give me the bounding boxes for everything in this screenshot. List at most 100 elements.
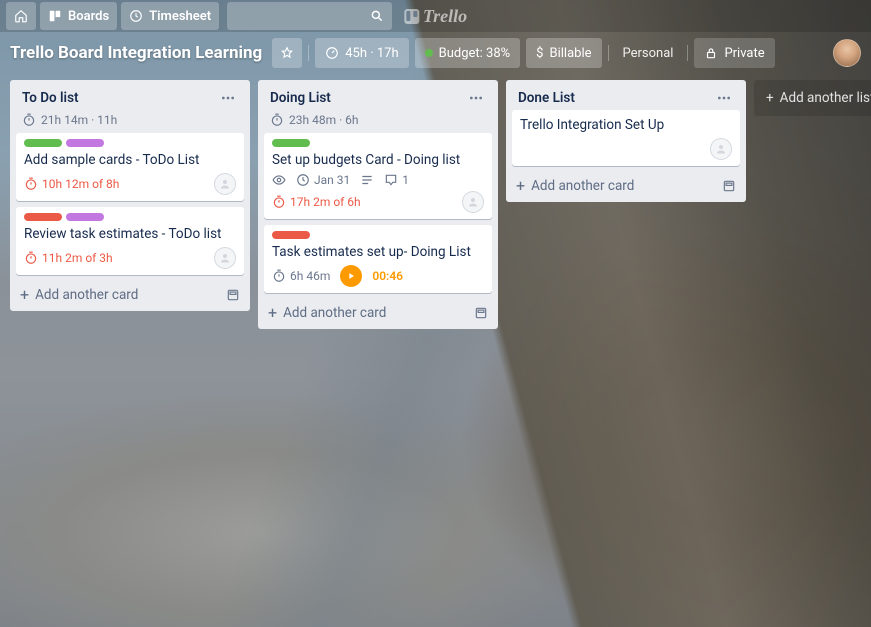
- private-text: Private: [724, 46, 764, 61]
- budget-button[interactable]: Budget: 38%: [415, 38, 521, 68]
- clock-icon: [129, 9, 143, 23]
- member-placeholder[interactable]: [214, 173, 236, 195]
- card-template-button[interactable]: [722, 179, 736, 193]
- list-title[interactable]: Doing List: [270, 90, 464, 106]
- boards-label: Boards: [68, 9, 109, 24]
- card-title: Trello Integration Set Up: [520, 116, 732, 134]
- timesheet-label: Timesheet: [149, 9, 211, 24]
- list: Doing List 23h 48m · 6h Set up budgets C…: [258, 80, 498, 329]
- member-placeholder[interactable]: [462, 191, 484, 213]
- plus-icon: +: [268, 305, 277, 321]
- home-button[interactable]: [6, 2, 36, 30]
- avatar[interactable]: [833, 39, 861, 67]
- card-label-purple[interactable]: [66, 213, 104, 221]
- eye-icon: [272, 173, 286, 187]
- lock-icon: [704, 46, 718, 60]
- add-card-label: Add another card: [531, 178, 634, 194]
- plus-icon: +: [20, 287, 29, 303]
- running-timer-icon[interactable]: [340, 265, 362, 287]
- add-card-label: Add another card: [283, 305, 386, 321]
- list-title[interactable]: Done List: [518, 90, 712, 106]
- running-timer-text: 00:46: [372, 269, 403, 283]
- boards-button[interactable]: Boards: [40, 2, 117, 30]
- comment-badge: 1: [384, 173, 409, 187]
- board-title[interactable]: Trello Board Integration Learning: [10, 43, 262, 63]
- trello-logo-icon: [404, 9, 419, 24]
- time-badge: 11h 2m of 3h: [24, 251, 113, 265]
- add-card-button[interactable]: + Add another card: [264, 299, 492, 323]
- card[interactable]: Review task estimates - ToDo list 11h 2m…: [16, 207, 244, 275]
- card-template-button[interactable]: [226, 288, 240, 302]
- date-badge: Jan 31: [296, 173, 350, 187]
- boards-icon: [48, 9, 62, 23]
- list-menu-button[interactable]: [216, 88, 240, 108]
- card[interactable]: Trello Integration Set Up: [512, 110, 740, 166]
- card[interactable]: Task estimates set up- Doing List 6h 46m…: [264, 225, 492, 293]
- add-card-label: Add another card: [35, 287, 138, 303]
- board-header: Trello Board Integration Learning 45h · …: [0, 32, 871, 74]
- card-label-purple[interactable]: [66, 139, 104, 147]
- list-time-meta: 23h 48m · 6h: [264, 110, 492, 133]
- billable-button[interactable]: $ Billable: [526, 38, 601, 68]
- card-title: Set up budgets Card - Doing list: [272, 151, 484, 169]
- card-label-green[interactable]: [272, 139, 310, 147]
- description-badge: [360, 173, 374, 187]
- card-title: Review task estimates - ToDo list: [24, 225, 236, 243]
- add-list-button[interactable]: + Add another list: [754, 80, 871, 116]
- search-input[interactable]: [227, 2, 392, 30]
- template-icon: [722, 179, 736, 193]
- trello-logo[interactable]: Trello: [404, 6, 467, 27]
- plus-icon: +: [516, 178, 525, 194]
- card-label-red[interactable]: [24, 213, 62, 221]
- board-canvas: To Do list 21h 14m · 11h Add sample card…: [0, 74, 871, 335]
- star-icon: [280, 46, 294, 60]
- search-icon: [370, 9, 384, 23]
- member-placeholder[interactable]: [710, 138, 732, 160]
- add-card-button[interactable]: + Add another card: [16, 281, 244, 305]
- card[interactable]: Add sample cards - ToDo List 10h 12m of …: [16, 133, 244, 201]
- personal-button[interactable]: Personal: [615, 46, 682, 61]
- list-time-meta: 21h 14m · 11h: [16, 110, 244, 133]
- card-template-button[interactable]: [474, 306, 488, 320]
- time-badge: 10h 12m of 8h: [24, 177, 119, 191]
- time-summary-button[interactable]: 45h · 17h: [315, 38, 408, 68]
- plus-icon: +: [766, 90, 774, 106]
- person-icon: [467, 196, 479, 208]
- play-icon: [346, 271, 356, 281]
- person-icon: [715, 143, 727, 155]
- timer-icon: [272, 195, 286, 209]
- add-card-button[interactable]: + Add another card: [512, 172, 740, 196]
- list: To Do list 21h 14m · 11h Add sample card…: [10, 80, 250, 311]
- top-navbar: Boards Timesheet Trello: [0, 0, 871, 32]
- card-label-red[interactable]: [272, 231, 310, 239]
- list-menu-button[interactable]: [712, 88, 736, 108]
- card-label-green[interactable]: [24, 139, 62, 147]
- description-icon: [360, 173, 374, 187]
- budget-text: Budget: 38%: [439, 46, 511, 61]
- card[interactable]: Set up budgets Card - Doing list Jan 31 1…: [264, 133, 492, 219]
- star-button[interactable]: [272, 38, 302, 68]
- timer-icon: [22, 113, 36, 127]
- timer-icon: [24, 251, 38, 265]
- add-list-label: Add another list: [780, 90, 871, 106]
- time-summary-text: 45h · 17h: [345, 46, 398, 61]
- timesheet-button[interactable]: Timesheet: [121, 2, 219, 30]
- person-icon: [219, 252, 231, 264]
- card-title: Task estimates set up- Doing List: [272, 243, 484, 261]
- more-icon: [716, 90, 732, 106]
- time-badge: 17h 2m of 6h: [272, 195, 361, 209]
- person-icon: [219, 178, 231, 190]
- timer-icon: [272, 269, 286, 283]
- more-icon: [468, 90, 484, 106]
- status-dot-icon: [425, 49, 433, 57]
- list: Done List Trello Integration Set Up + Ad…: [506, 80, 746, 202]
- timer-icon: [24, 177, 38, 191]
- member-placeholder[interactable]: [214, 247, 236, 269]
- template-icon: [474, 306, 488, 320]
- clock-icon: [296, 173, 310, 187]
- list-title[interactable]: To Do list: [22, 90, 216, 106]
- comment-icon: [384, 173, 398, 187]
- private-button[interactable]: Private: [694, 38, 774, 68]
- list-menu-button[interactable]: [464, 88, 488, 108]
- time-badge: 6h 46m: [272, 269, 330, 283]
